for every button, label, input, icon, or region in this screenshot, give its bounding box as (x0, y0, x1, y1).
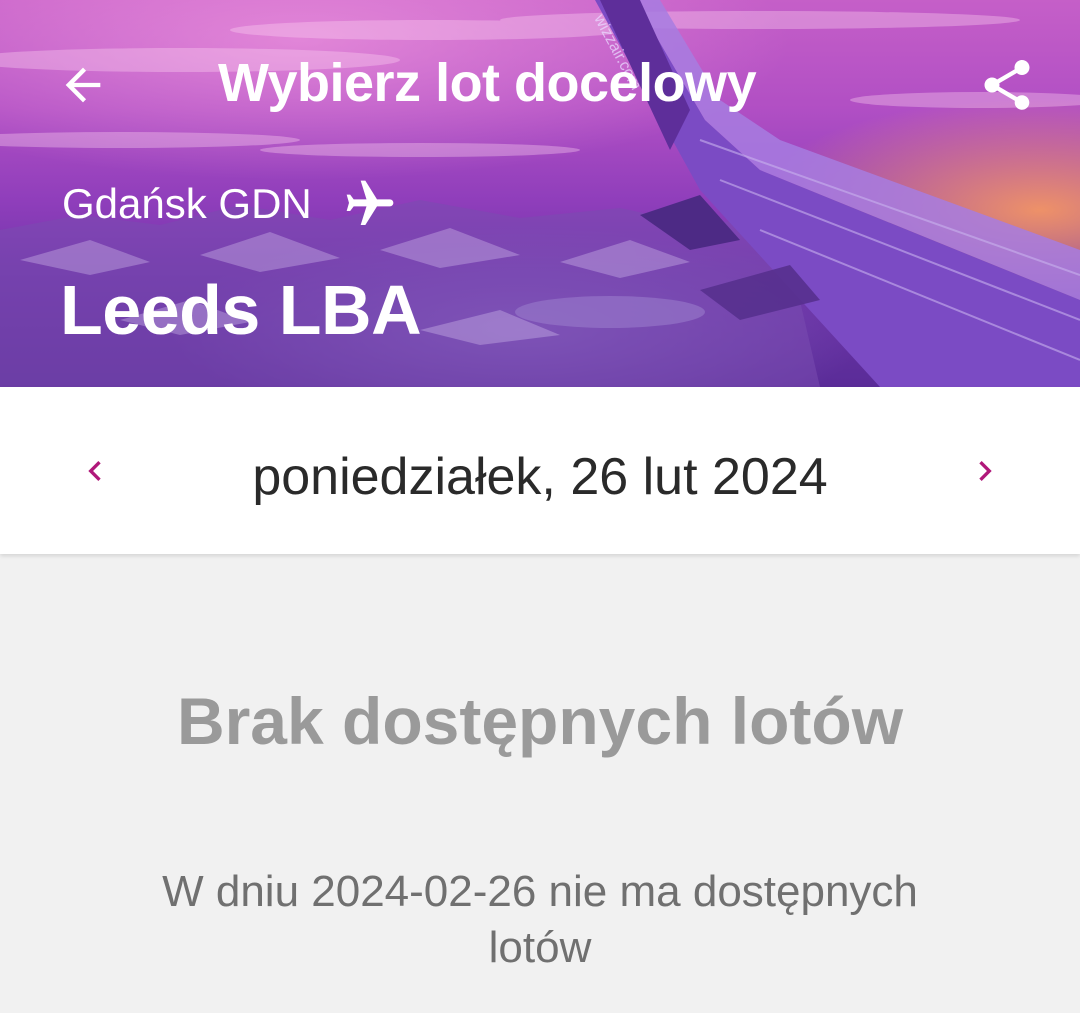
share-icon (984, 60, 1030, 110)
arrow-left-icon (65, 67, 101, 103)
share-button[interactable] (972, 50, 1042, 120)
chevron-right-icon (979, 461, 992, 481)
app-bar: Wybierz lot docelowy (0, 40, 1080, 140)
back-button[interactable] (48, 50, 118, 120)
origin-row: Gdańsk GDN (62, 176, 398, 232)
screen: wizzair.com Wybierz lot docelowy Gdańsk … (0, 0, 1080, 1013)
destination-airport: Leeds LBA (60, 271, 422, 349)
empty-state-message: W dniu 2024-02-26 nie ma dostępnych lotó… (162, 867, 918, 972)
hero-banner: wizzair.com Wybierz lot docelowy Gdańsk … (0, 0, 1080, 387)
date-selector: poniedziałek, 26 lut 2024 (0, 387, 1080, 554)
empty-state-title: Brak dostępnych lotów (176, 684, 904, 758)
airplane-icon (342, 176, 398, 232)
next-day-button[interactable] (950, 436, 1020, 506)
origin-airport: Gdańsk GDN (62, 180, 312, 227)
page-title: Wybierz lot docelowy (218, 53, 757, 113)
selected-date: poniedziałek, 26 lut 2024 (252, 448, 828, 506)
